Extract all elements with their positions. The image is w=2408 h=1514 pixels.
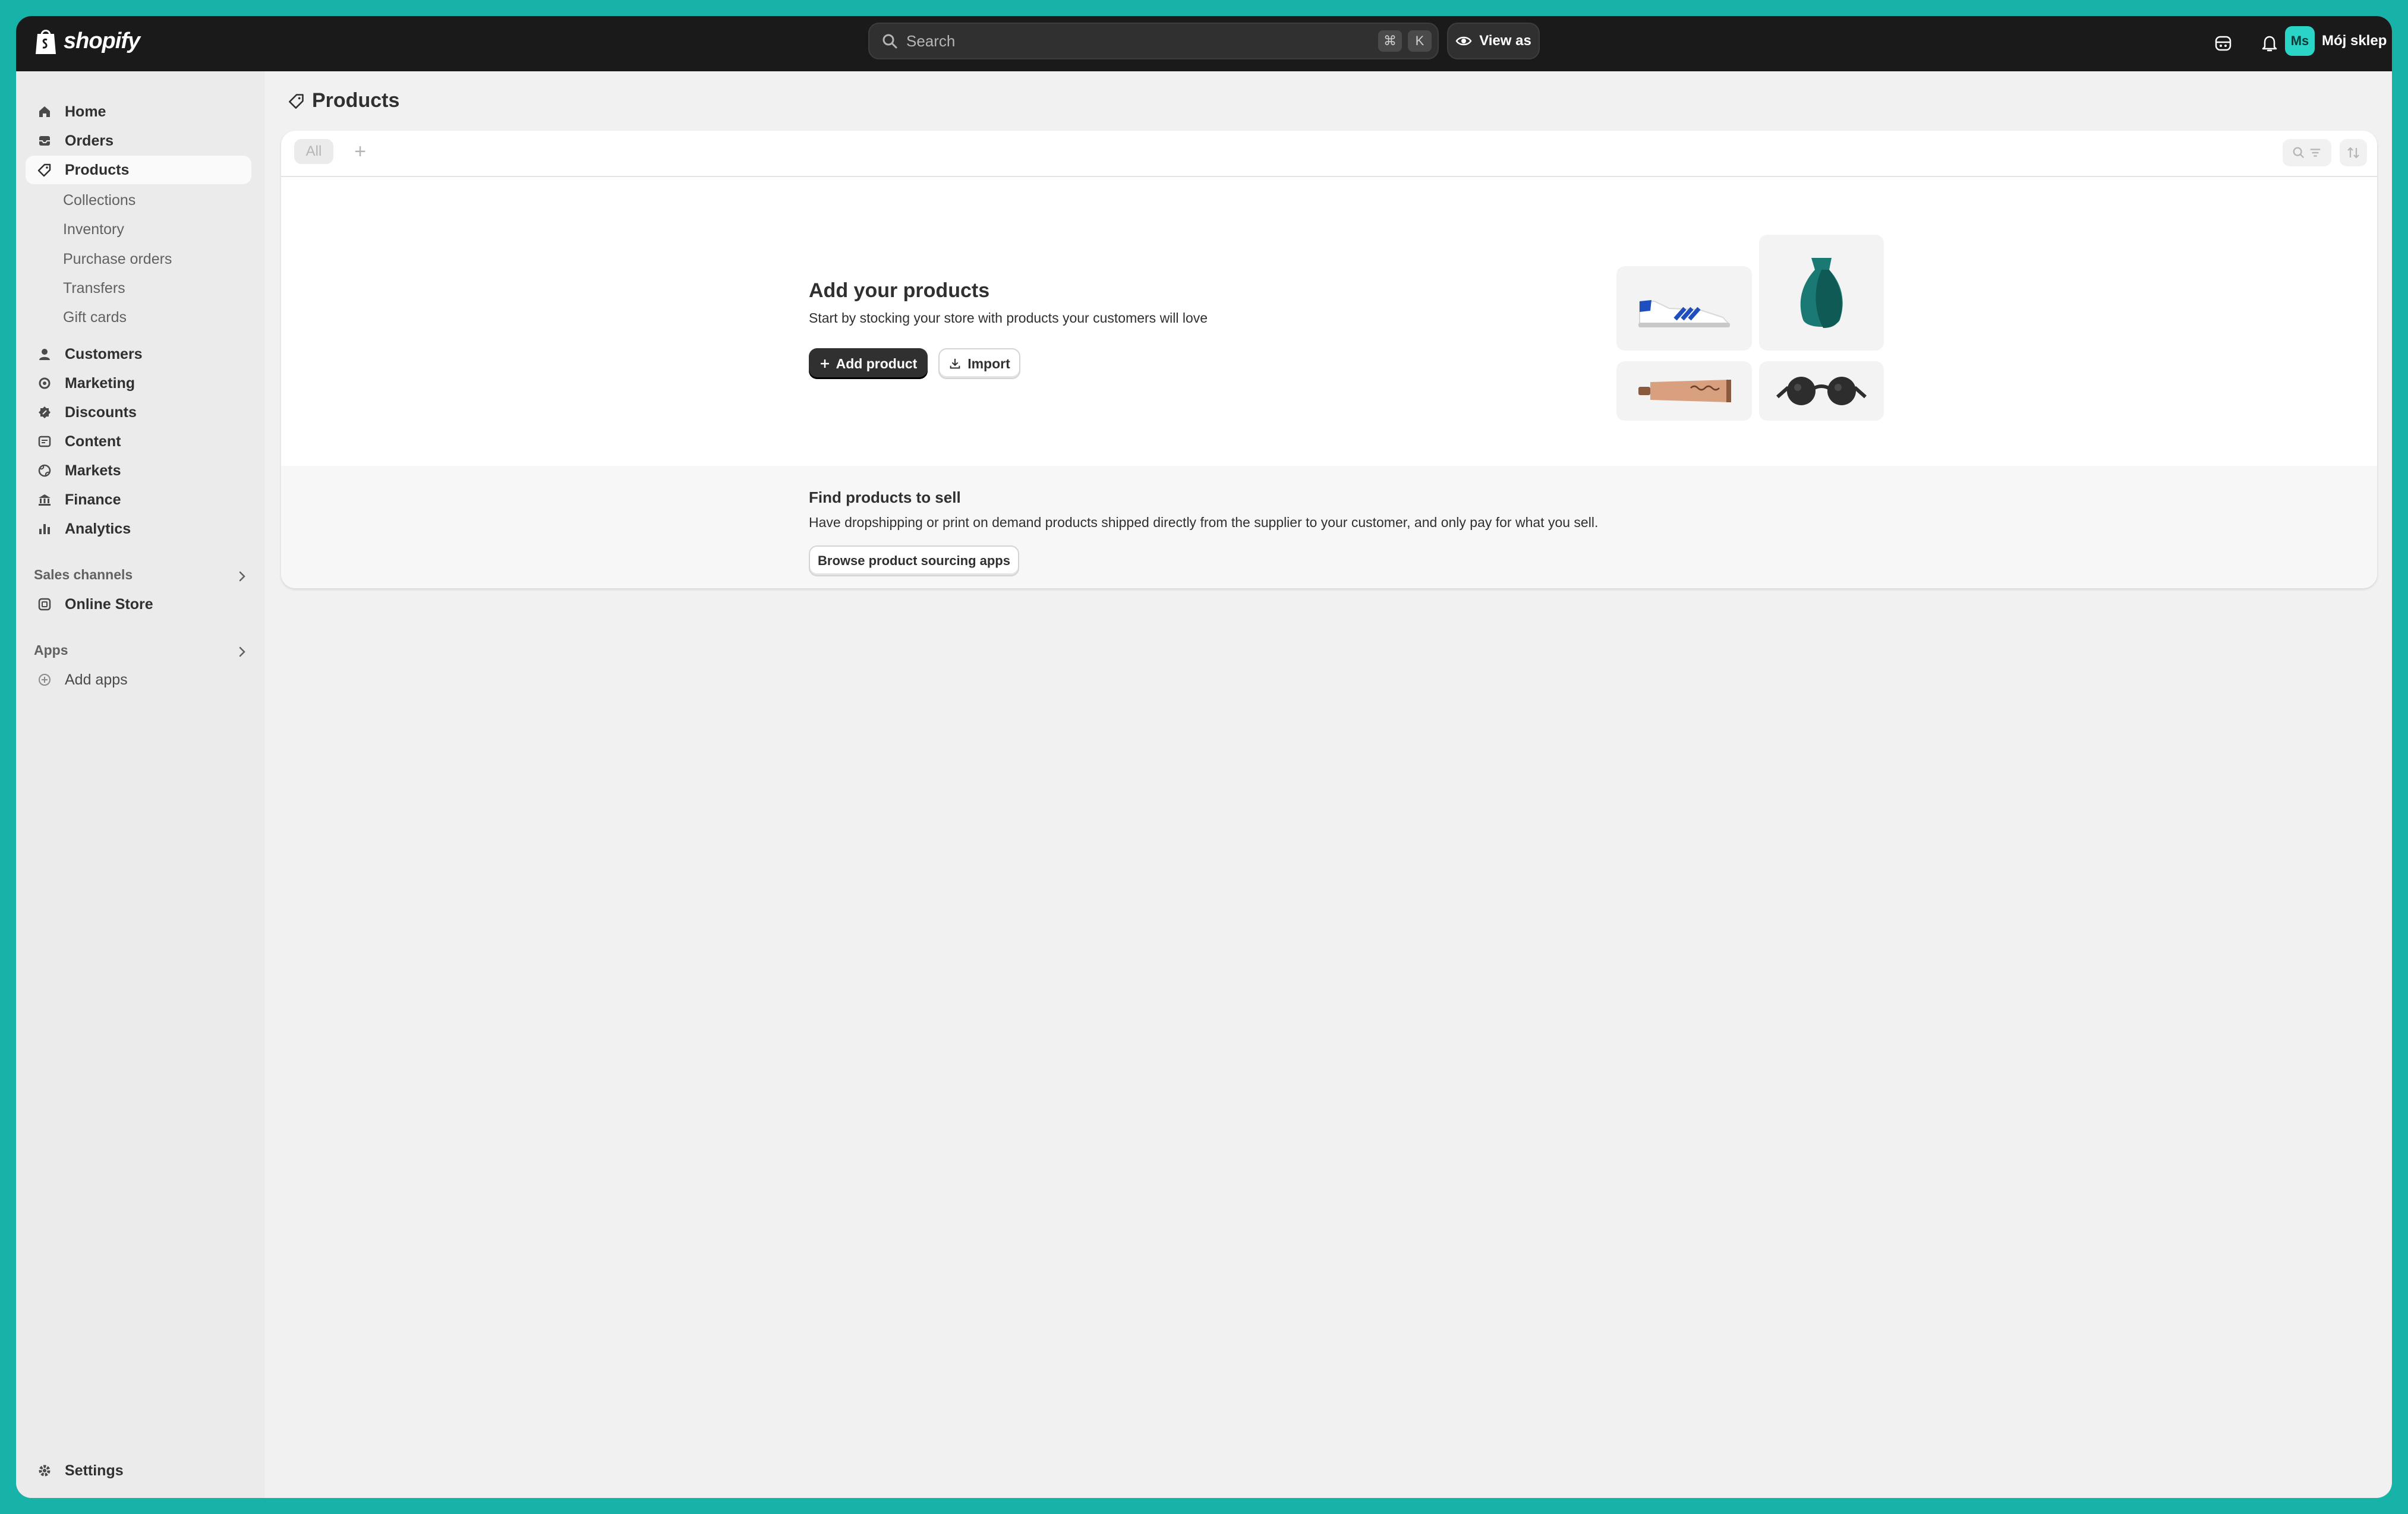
products-card: All + Add your products Start by stockin… [281,131,2377,588]
sidebar-item-label: Content [65,433,121,450]
view-as-button[interactable]: View as [1447,23,1540,59]
sidekick-icon [2215,36,2232,51]
sunglasses-image [1759,361,1884,421]
find-products-subtitle: Have dropshipping or print on demand pro… [809,515,1599,530]
sidebar-item-label: Orders [65,132,114,149]
sidebar-item-markets[interactable]: Markets [26,456,251,485]
search-icon [882,34,897,49]
home-icon [36,103,53,120]
eye-icon [1455,36,1472,46]
sidebar-subitem-gift-cards[interactable]: Gift cards [63,309,127,326]
notifications-button[interactable] [2256,30,2283,56]
add-product-button[interactable]: Add product [809,348,928,379]
shopify-bag-icon [36,30,56,54]
globe-icon [36,462,53,479]
avatar: Ms [2285,26,2315,56]
store-name: Mój sklep [2322,33,2387,49]
tag-icon [289,93,304,109]
orders-icon [36,133,53,149]
bell-icon [2262,36,2277,52]
sidebar-item-finance[interactable]: Finance [26,485,251,514]
top-bar: shopify Search ⌘ K View as Ms Mój sklep [16,16,2392,71]
sidebar-subitem-transfers[interactable]: Transfers [63,280,125,297]
add-view-button[interactable]: + [348,139,373,164]
discount-icon [36,404,53,421]
chevron-right-icon[interactable] [235,645,249,659]
shortcut-cmd-key: ⌘ [1378,30,1402,52]
browse-sourcing-apps-button[interactable]: Browse product sourcing apps [809,545,1019,576]
sidebar-item-label: Marketing [65,374,135,392]
sales-channels-heading[interactable]: Sales channels [34,567,133,583]
sidebar: Home Orders Products Collections Invento… [16,71,264,1498]
app-window: shopify Search ⌘ K View as Ms Mój sklep … [16,16,2392,1498]
find-products-section: Find products to sell Have dropshipping … [281,466,2377,588]
sidebar-item-label: Analytics [65,520,131,537]
account-menu[interactable]: Ms Mój sklep [2285,26,2387,56]
vase-image [1759,235,1884,351]
person-icon [36,346,53,362]
import-button[interactable]: Import [938,348,1020,379]
sidebar-subitem-collections[interactable]: Collections [63,192,135,209]
sidebar-item-label: Customers [65,345,143,362]
sidebar-item-label: Settings [65,1462,124,1479]
sidekick-button[interactable] [2210,30,2236,56]
plus-circle-icon [36,671,53,688]
apps-heading[interactable]: Apps [34,642,68,658]
plus-icon [820,359,829,368]
sidebar-subitem-purchase-orders[interactable]: Purchase orders [63,251,172,268]
sort-button[interactable] [2340,139,2367,166]
view-tabs: All + [281,131,2377,177]
tag-icon [36,162,53,178]
view-as-label: View as [1479,33,1531,49]
sidebar-item-marketing[interactable]: Marketing [26,369,251,398]
chevron-right-icon[interactable] [235,569,249,583]
page-title: Products [288,89,399,112]
download-icon [950,358,960,369]
sidebar-subitem-inventory[interactable]: Inventory [63,221,124,238]
sidebar-item-add-apps[interactable]: Add apps [26,665,251,694]
sidebar-item-label: Markets [65,462,121,479]
import-label: Import [967,355,1010,371]
sidebar-item-orders[interactable]: Orders [26,127,251,155]
tab-all[interactable]: All [294,139,333,164]
empty-state-subtitle: Start by stocking your store with produc… [809,310,1208,326]
search-icon [2293,147,2305,159]
sidebar-item-analytics[interactable]: Analytics [26,515,251,543]
sidebar-item-label: Add apps [65,671,128,688]
sidebar-item-home[interactable]: Home [26,97,251,126]
shortcut-k-key: K [1408,30,1432,52]
search-filter-button[interactable] [2283,139,2331,166]
sidebar-item-label: Products [65,161,130,178]
sneaker-image [1616,266,1752,351]
search-input[interactable]: Search [906,32,1378,51]
bank-icon [36,491,53,508]
marketing-icon [36,375,53,392]
content-icon [36,433,53,450]
sort-icon [2347,147,2359,159]
empty-state-title: Add your products [809,279,990,302]
sidebar-item-label: Online Store [65,595,153,613]
store-icon [36,596,53,613]
search-bar[interactable]: Search ⌘ K [868,23,1439,59]
brand-name: shopify [64,28,140,53]
sidebar-item-content[interactable]: Content [26,427,251,456]
sidebar-item-settings[interactable]: Settings [26,1456,251,1485]
sidebar-item-label: Discounts [65,403,137,421]
page-title-text: Products [312,89,400,112]
sidebar-item-products[interactable]: Products [26,156,251,184]
find-products-title: Find products to sell [809,488,961,506]
sidebar-item-discounts[interactable]: Discounts [26,398,251,427]
chart-icon [36,521,53,537]
filter-icon [2310,149,2321,157]
shopify-logo[interactable]: shopify [34,27,140,55]
sidebar-item-online-store[interactable]: Online Store [26,590,251,619]
tube-image [1616,361,1752,421]
sidebar-item-customers[interactable]: Customers [26,340,251,368]
sidebar-item-label: Home [65,103,106,120]
sidebar-item-label: Finance [65,491,121,508]
add-product-label: Add product [836,355,918,371]
gear-icon [36,1462,53,1479]
